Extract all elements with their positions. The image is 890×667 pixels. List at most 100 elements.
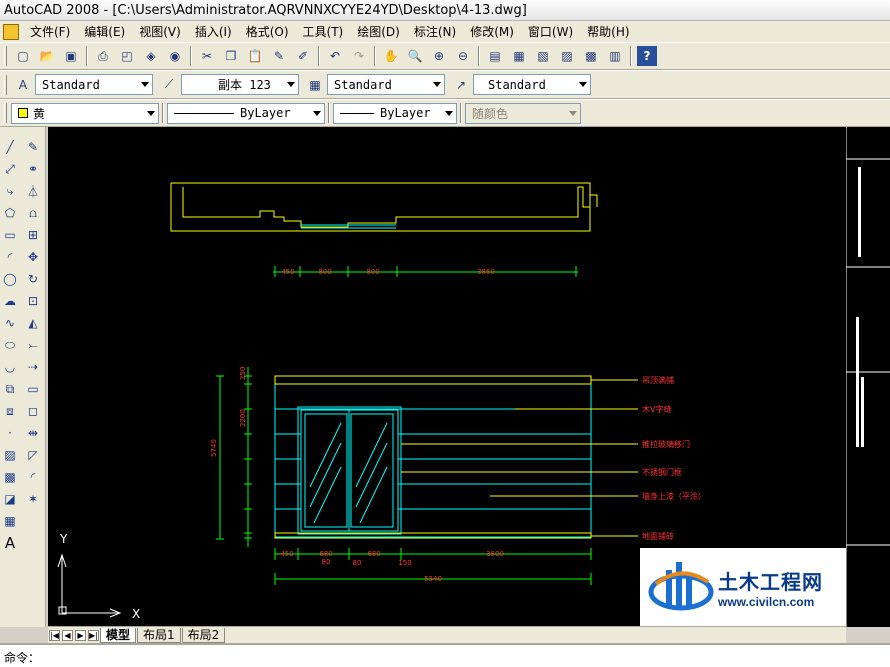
revision-cloud-icon[interactable]: ☁ <box>0 291 20 311</box>
3d-dwf-icon[interactable]: ◉ <box>165 46 185 66</box>
menu-insert[interactable]: 插入(I) <box>188 23 239 40</box>
point-icon[interactable]: · <box>0 423 20 443</box>
toolbar-grip[interactable] <box>4 103 7 123</box>
menu-format[interactable]: 格式(O) <box>239 23 296 40</box>
block-editor-icon[interactable]: ✐ <box>293 46 313 66</box>
chamfer-icon[interactable]: ◸ <box>23 445 43 465</box>
text-style-select[interactable]: Standard <box>35 74 153 95</box>
zoom-window-icon[interactable]: ⊕ <box>429 46 449 66</box>
menu-window[interactable]: 窗口(W) <box>521 23 580 40</box>
markup-icon[interactable]: ▩ <box>581 46 601 66</box>
offset-icon[interactable]: ⩍ <box>23 203 43 223</box>
spline-icon[interactable]: ∿ <box>0 313 20 333</box>
menu-modify[interactable]: 修改(M) <box>463 23 521 40</box>
standard-toolbar: ▢ 📂 ▣ ⎙ ◰ ◈ ◉ ✂ ❐ 📋 ✎ ✐ ↶ ↷ ✋ 🔍 ⊕ ⊖ ▤ ▦ … <box>0 42 890 70</box>
open-file-icon[interactable]: 📂 <box>37 46 57 66</box>
next-tab-icon[interactable]: ▶ <box>75 629 86 641</box>
stretch-icon[interactable]: ◭ <box>23 313 43 333</box>
move-icon[interactable]: ✥ <box>23 247 43 267</box>
prev-tab-icon[interactable]: ◀ <box>62 629 73 641</box>
circle-icon[interactable]: ◯ <box>0 269 20 289</box>
ucs-y-label: Y <box>59 532 68 546</box>
toolbar-grip[interactable] <box>4 74 7 95</box>
hatch-icon[interactable]: ▨ <box>0 445 20 465</box>
text-style-icon[interactable]: A <box>13 75 33 95</box>
match-properties-icon[interactable]: ✎ <box>269 46 289 66</box>
tab-layout2[interactable]: 布局2 <box>181 627 226 643</box>
last-tab-icon[interactable]: ▶| <box>88 629 99 641</box>
erase-icon[interactable]: ✎ <box>23 137 43 157</box>
first-tab-icon[interactable]: |◀ <box>49 629 60 641</box>
mleader-style-select[interactable]: Standard <box>473 74 591 95</box>
join-icon[interactable]: ⇹ <box>23 423 43 443</box>
app-icon[interactable] <box>3 23 19 40</box>
extend-icon[interactable]: ⇢ <box>23 357 43 377</box>
command-line[interactable]: 命令： <box>0 643 890 667</box>
table-icon[interactable]: ▦ <box>0 511 20 531</box>
explode-icon[interactable]: ✶ <box>23 489 43 509</box>
polyline-icon[interactable]: ⤷ <box>0 181 20 201</box>
multiline-text-icon[interactable]: A <box>0 533 20 553</box>
rotate-icon[interactable]: ↻ <box>23 269 43 289</box>
mleader-style-icon[interactable]: ↗ <box>451 75 471 95</box>
tab-model[interactable]: 模型 <box>100 627 137 643</box>
polygon-icon[interactable]: ⬠ <box>0 203 20 223</box>
insert-block-icon[interactable]: ⧉ <box>0 379 20 399</box>
tab-layout1[interactable]: 布局1 <box>137 627 181 643</box>
copy-icon[interactable]: ❐ <box>221 46 241 66</box>
pan-icon[interactable]: ✋ <box>381 46 401 66</box>
copy-object-icon[interactable]: ⚭ <box>23 159 43 179</box>
properties-icon[interactable]: ▤ <box>485 46 505 66</box>
table-style-select[interactable]: Standard <box>327 74 445 95</box>
array-icon[interactable]: ⊞ <box>23 225 43 245</box>
paste-icon[interactable]: 📋 <box>245 46 265 66</box>
menu-draw[interactable]: 绘图(D) <box>350 23 407 40</box>
toolbar-grip[interactable] <box>4 46 7 66</box>
menu-file[interactable]: 文件(F) <box>23 23 77 40</box>
rectangle-icon[interactable]: ▭ <box>0 225 20 245</box>
lineweight-select[interactable]: ByLayer <box>333 102 457 124</box>
dim-style-select[interactable]: 副本 123 <box>181 74 299 95</box>
zoom-realtime-icon[interactable]: 🔍 <box>405 46 425 66</box>
menu-help[interactable]: 帮助(H) <box>580 23 636 40</box>
bottom-small-dim-3: 150 <box>398 559 411 567</box>
plot-preview-icon[interactable]: ◰ <box>117 46 137 66</box>
scale-icon[interactable]: ⊡ <box>23 291 43 311</box>
ellipse-arc-icon[interactable]: ◡ <box>0 357 20 377</box>
construction-line-icon[interactable]: ⤢ <box>0 159 20 179</box>
ellipse-icon[interactable]: ⬭ <box>0 335 20 355</box>
table-style-icon[interactable]: ▦ <box>305 75 325 95</box>
trim-icon[interactable]: ⤚ <box>23 335 43 355</box>
arc-icon[interactable]: ◜ <box>0 247 20 267</box>
linetype-select[interactable]: ByLayer <box>167 102 325 124</box>
publish-icon[interactable]: ◈ <box>141 46 161 66</box>
save-icon[interactable]: ▣ <box>61 46 81 66</box>
design-center-icon[interactable]: ▦ <box>509 46 529 66</box>
menu-edit[interactable]: 编辑(E) <box>77 23 132 40</box>
fillet-icon[interactable]: ◜ <box>23 467 43 487</box>
undo-icon[interactable]: ↶ <box>325 46 345 66</box>
mirror-icon[interactable]: ⏃ <box>23 181 43 201</box>
cut-icon[interactable]: ✂ <box>197 46 217 66</box>
sheet-set-icon[interactable]: ▨ <box>557 46 577 66</box>
menu-view[interactable]: 视图(V) <box>132 23 188 40</box>
layer-color-select[interactable]: 黄 <box>11 102 159 124</box>
styles-toolbar: A Standard ⟋ 副本 123 ▦ Standard ↗ Standar… <box>0 70 890 99</box>
calculator-icon[interactable]: ▥ <box>605 46 625 66</box>
break-at-point-icon[interactable]: ▭ <box>23 379 43 399</box>
line-icon[interactable]: ╱ <box>0 137 20 157</box>
region-icon[interactable]: ◪ <box>0 489 20 509</box>
zoom-previous-icon[interactable]: ⊖ <box>453 46 473 66</box>
chevron-down-icon <box>433 82 441 87</box>
print-icon[interactable]: ⎙ <box>93 46 113 66</box>
help-icon[interactable]: ? <box>637 46 657 66</box>
make-block-icon[interactable]: ⧈ <box>0 401 20 421</box>
gradient-icon[interactable]: ▩ <box>0 467 20 487</box>
redo-icon[interactable]: ↷ <box>349 46 369 66</box>
dim-style-icon[interactable]: ⟋ <box>159 75 179 95</box>
menu-dimension[interactable]: 标注(N) <box>407 23 463 40</box>
new-file-icon[interactable]: ▢ <box>13 46 33 66</box>
break-icon[interactable]: ◻ <box>23 401 43 421</box>
menu-tools[interactable]: 工具(T) <box>296 23 351 40</box>
tool-palettes-icon[interactable]: ▧ <box>533 46 553 66</box>
